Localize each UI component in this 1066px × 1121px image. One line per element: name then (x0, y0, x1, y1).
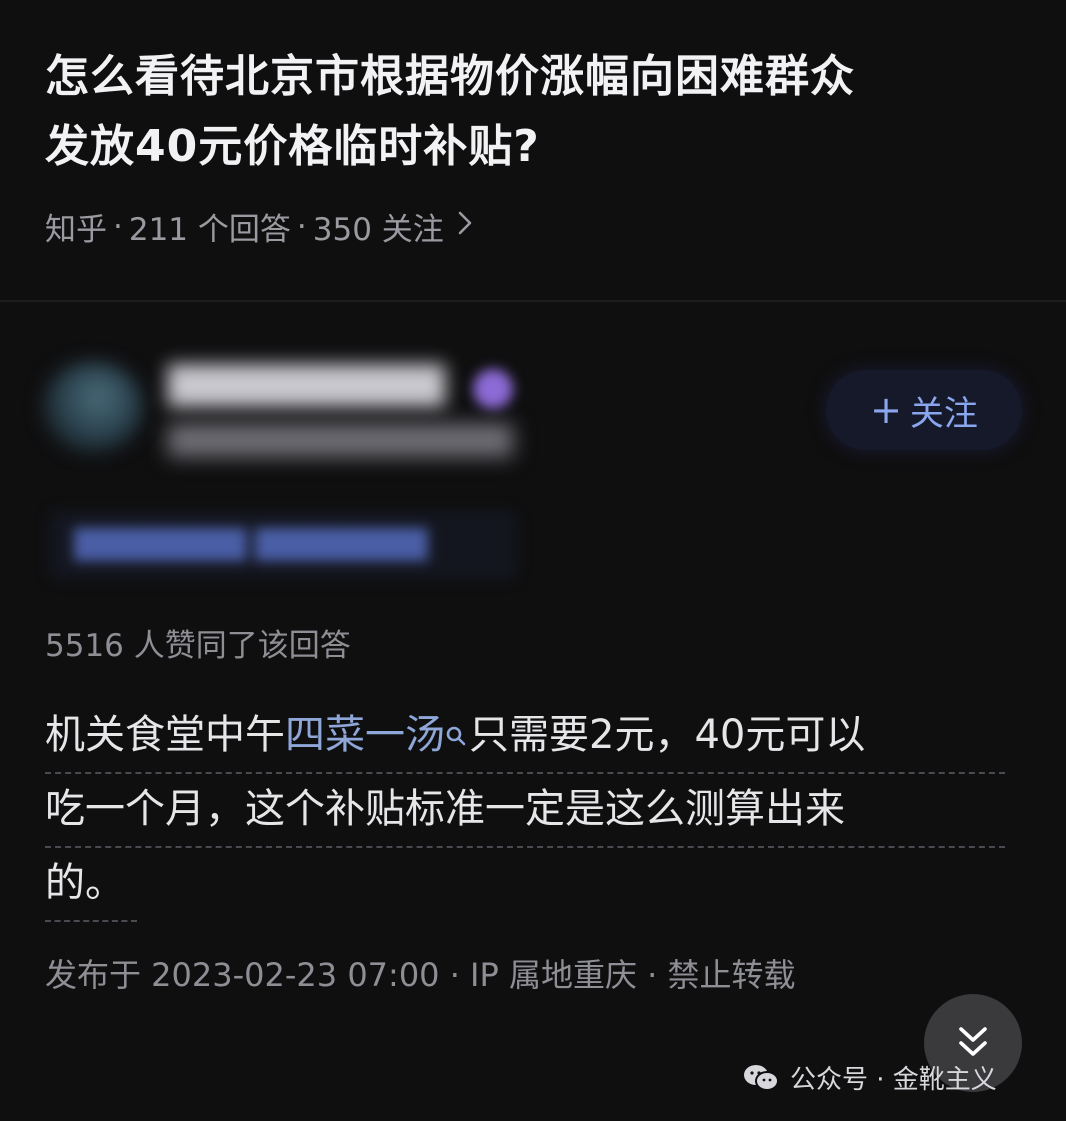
plus-icon: + (870, 388, 902, 432)
answer-line: 的。 (45, 848, 1025, 922)
answers-count: 211 个回答 (128, 212, 291, 248)
likes-count: 5516 人赞同了该回答 (45, 628, 351, 664)
watermark: 公众号 · 金靴主义 (742, 1059, 997, 1096)
avatar[interactable] (43, 362, 143, 452)
watermark-text: 公众号 · 金靴主义 (790, 1065, 997, 1095)
answer-line: 吃一个月，这个补贴标准一定是这么测算出来 (45, 774, 1025, 848)
question-title[interactable]: 怎么看待北京市根据物价涨幅向困难群众 发放40元价格临时补贴? (45, 42, 1035, 182)
author-bio-blurred: ████████████████ (168, 424, 513, 457)
answer-line: 机关食堂中午四菜一汤 只需要2元，40元可以 (45, 700, 1025, 774)
keyword-link[interactable]: 四菜一汤 (285, 712, 445, 758)
answer-text: 吃一个月，这个补贴标准一定是这么测算出来 (45, 786, 845, 832)
answer-text: 机关食堂中午 (45, 712, 285, 758)
question-meta[interactable]: 知乎 · 211 个回答 · 350 关注 (45, 204, 1035, 249)
question-header: 怎么看待北京市根据物价涨幅向困难群众 发放40元价格临时补贴? 知乎 · 211… (45, 42, 1035, 249)
wechat-icon (744, 1064, 779, 1091)
follow-button[interactable]: + 关注 (826, 370, 1022, 450)
chevron-right-icon (456, 209, 474, 244)
question-source: 知乎 (45, 212, 107, 248)
meta-separator: · (296, 208, 307, 245)
verified-badge-icon (473, 369, 513, 409)
search-icon[interactable] (445, 706, 467, 776)
blurred-tag-pill[interactable]: ████████ ████████ (48, 510, 518, 580)
meta-separator: · (113, 208, 123, 245)
question-title-line2: 发放40元价格临时补贴? (45, 121, 540, 172)
answer-body: 机关食堂中午四菜一汤 只需要2元，40元可以 吃一个月，这个补贴标准一定是这么测算… (45, 700, 1025, 922)
followers-count: 350 关注 (312, 212, 444, 248)
author-name-blurred[interactable]: ██████████ (168, 366, 445, 407)
blurred-tag-text: ████████ ████████ (74, 528, 428, 561)
publish-meta: 发布于 2023-02-23 07:00 · IP 属地重庆 · 禁止转载 (45, 956, 796, 994)
double-chevron-down-icon (959, 1027, 987, 1056)
answer-text: 只需要2元，40元可以 (469, 712, 866, 758)
follow-label: 关注 (909, 393, 978, 434)
question-title-line1: 怎么看待北京市根据物价涨幅向困难群众 (45, 51, 855, 102)
section-divider (0, 300, 1066, 302)
answer-text: 的。 (45, 860, 125, 906)
